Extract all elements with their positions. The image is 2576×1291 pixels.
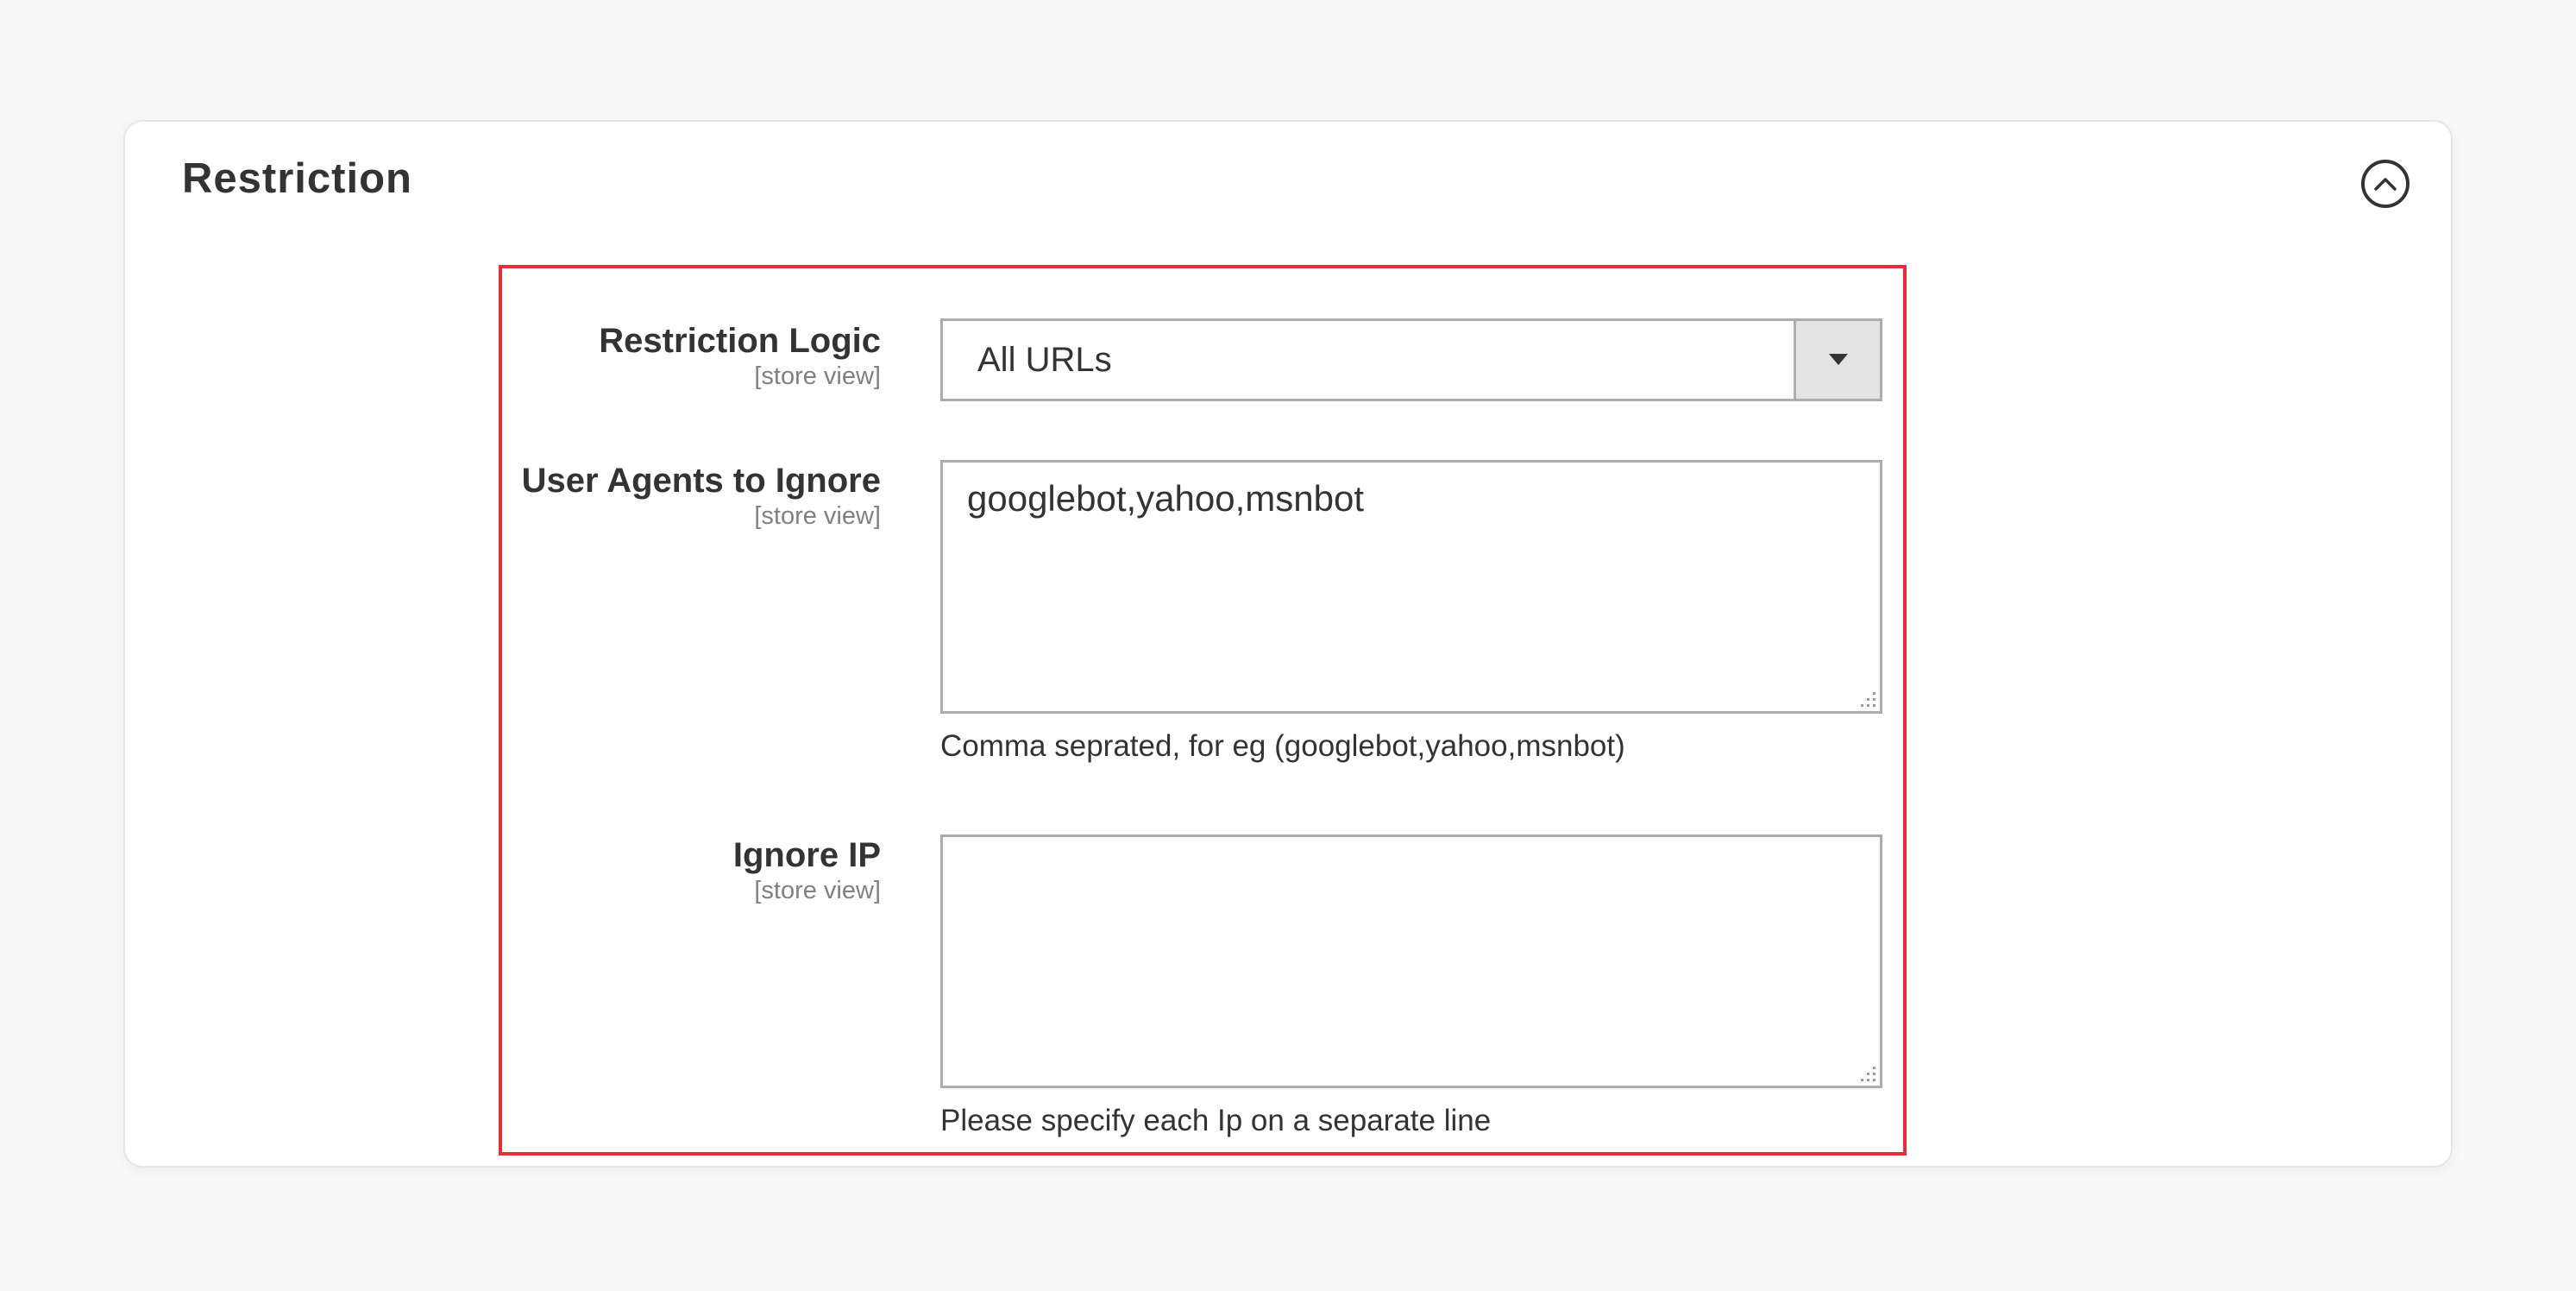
highlight-box: Restriction Logic [store view] All URLs … xyxy=(499,265,1907,1156)
user-agents-label: User Agents to Ignore [store view] xyxy=(522,460,881,531)
restriction-logic-value: All URLs xyxy=(977,340,1112,379)
user-agents-textarea[interactable]: googlebot,yahoo,msnbot xyxy=(940,460,1882,714)
ignore-ip-textarea[interactable] xyxy=(940,834,1882,1088)
restriction-logic-scope: [store view] xyxy=(754,362,881,390)
ignore-ip-note: Please specify each Ip on a separate lin… xyxy=(940,1104,1492,1137)
user-agents-note: Comma seprated, for eg (googlebot,yahoo,… xyxy=(940,729,1625,763)
restriction-logic-label-text: Restriction Logic xyxy=(599,322,881,360)
restriction-section: Restriction Restriction Logic [store vie… xyxy=(123,120,2453,1168)
dropdown-arrow[interactable] xyxy=(1794,321,1880,399)
section-title: Restriction xyxy=(182,155,412,202)
chevron-up-icon xyxy=(2374,178,2397,191)
user-agents-scope: [store view] xyxy=(754,502,881,530)
collapse-button[interactable] xyxy=(2361,160,2410,208)
ignore-ip-label-text: Ignore IP xyxy=(732,836,881,874)
restriction-logic-label: Restriction Logic [store view] xyxy=(599,320,881,391)
ignore-ip-scope: [store view] xyxy=(754,877,881,904)
triangle-down-icon xyxy=(1828,354,1848,365)
ignore-ip-label: Ignore IP [store view] xyxy=(733,834,881,905)
user-agents-label-text: User Agents to Ignore xyxy=(521,462,881,500)
restriction-logic-select[interactable]: All URLs xyxy=(940,318,1882,401)
